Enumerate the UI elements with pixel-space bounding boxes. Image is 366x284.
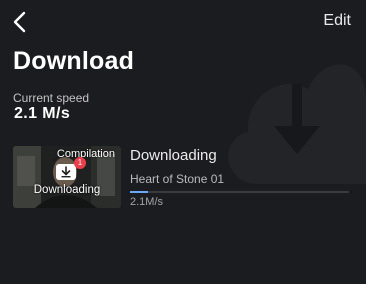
compilation-tag: Compilation bbox=[56, 148, 115, 160]
download-status: Downloading bbox=[130, 147, 217, 164]
chevron-left-icon bbox=[13, 11, 26, 33]
progress-fill bbox=[130, 191, 148, 193]
download-thumbnail[interactable]: Compilation 1 Downloading bbox=[13, 146, 121, 208]
progress-bar bbox=[130, 191, 349, 193]
back-button[interactable] bbox=[10, 10, 32, 34]
download-rate: 2.1M/s bbox=[130, 196, 164, 208]
speed-value: 2.1 M/s bbox=[14, 105, 71, 122]
edit-button[interactable]: Edit bbox=[323, 12, 351, 30]
page-title: Download bbox=[13, 47, 135, 75]
download-icon bbox=[56, 164, 76, 180]
download-item[interactable]: Compilation 1 Downloading Downloading He… bbox=[13, 146, 353, 210]
speed-label: Current speed bbox=[13, 91, 90, 105]
episode-title: Heart of Stone 01 bbox=[130, 172, 225, 186]
thumbnail-status: Downloading bbox=[33, 184, 101, 196]
badge-count: 1 bbox=[74, 157, 86, 169]
